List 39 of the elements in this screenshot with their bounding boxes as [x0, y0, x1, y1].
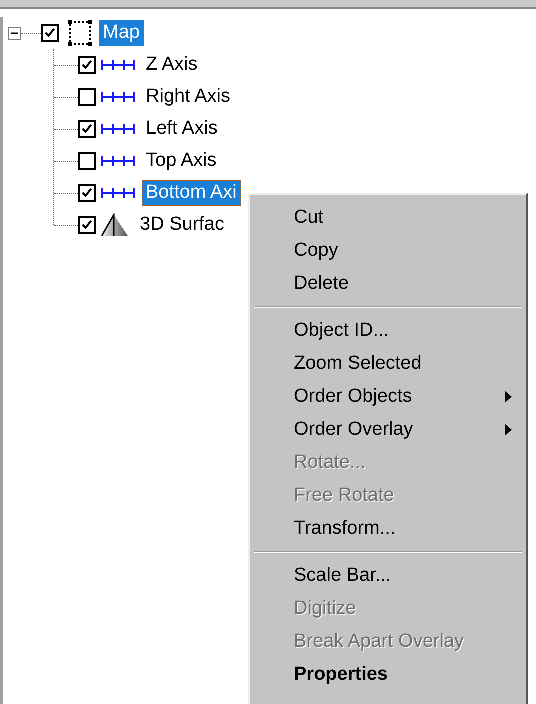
- checkbox[interactable]: [78, 216, 96, 234]
- submenu-arrow-icon: [505, 424, 512, 436]
- axis-icon: [100, 59, 136, 71]
- tree-item[interactable]: Z Axis: [142, 52, 202, 78]
- tree-item[interactable]: Left Axis: [142, 116, 222, 142]
- menu-item[interactable]: Order Objects: [250, 380, 526, 413]
- frame-icon: [67, 19, 93, 47]
- checkbox[interactable]: [78, 184, 96, 202]
- checkbox[interactable]: [78, 88, 96, 106]
- checkmark-icon: [81, 59, 93, 71]
- checkbox[interactable]: [41, 24, 59, 42]
- tree-item[interactable]: Map: [99, 20, 144, 46]
- tree-item[interactable]: Top Axis: [142, 148, 221, 174]
- collapse-toggle[interactable]: [8, 26, 21, 40]
- checkmark-icon: [81, 219, 93, 231]
- menu-item[interactable]: Scale Bar...: [250, 559, 526, 592]
- menu-item[interactable]: Object ID...: [250, 314, 526, 347]
- checkmark-icon: [81, 123, 93, 135]
- axis-icon: [100, 155, 136, 167]
- submenu-arrow-icon: [505, 390, 512, 402]
- menu-item[interactable]: Zoom Selected: [250, 347, 526, 380]
- checkmark-icon: [81, 187, 93, 199]
- menu-item[interactable]: Properties: [250, 658, 526, 691]
- menu-item[interactable]: Cut: [250, 201, 526, 234]
- axis-icon: [100, 187, 136, 199]
- surface-icon: [100, 213, 130, 237]
- tree-item[interactable]: 3D Surfac: [136, 212, 228, 238]
- axis-icon: [100, 91, 136, 103]
- checkbox[interactable]: [78, 56, 96, 74]
- menu-item[interactable]: Delete: [250, 267, 526, 300]
- checkmark-icon: [44, 27, 56, 39]
- axis-icon: [100, 123, 136, 135]
- tree-item[interactable]: Right Axis: [142, 84, 234, 110]
- checkbox[interactable]: [78, 120, 96, 138]
- menu-item[interactable]: Order Overlay: [250, 413, 526, 446]
- checkbox[interactable]: [78, 152, 96, 170]
- tree-item[interactable]: Bottom Axi: [142, 180, 241, 206]
- menu-item[interactable]: Copy: [250, 234, 526, 267]
- menu-item[interactable]: Transform...: [250, 512, 526, 545]
